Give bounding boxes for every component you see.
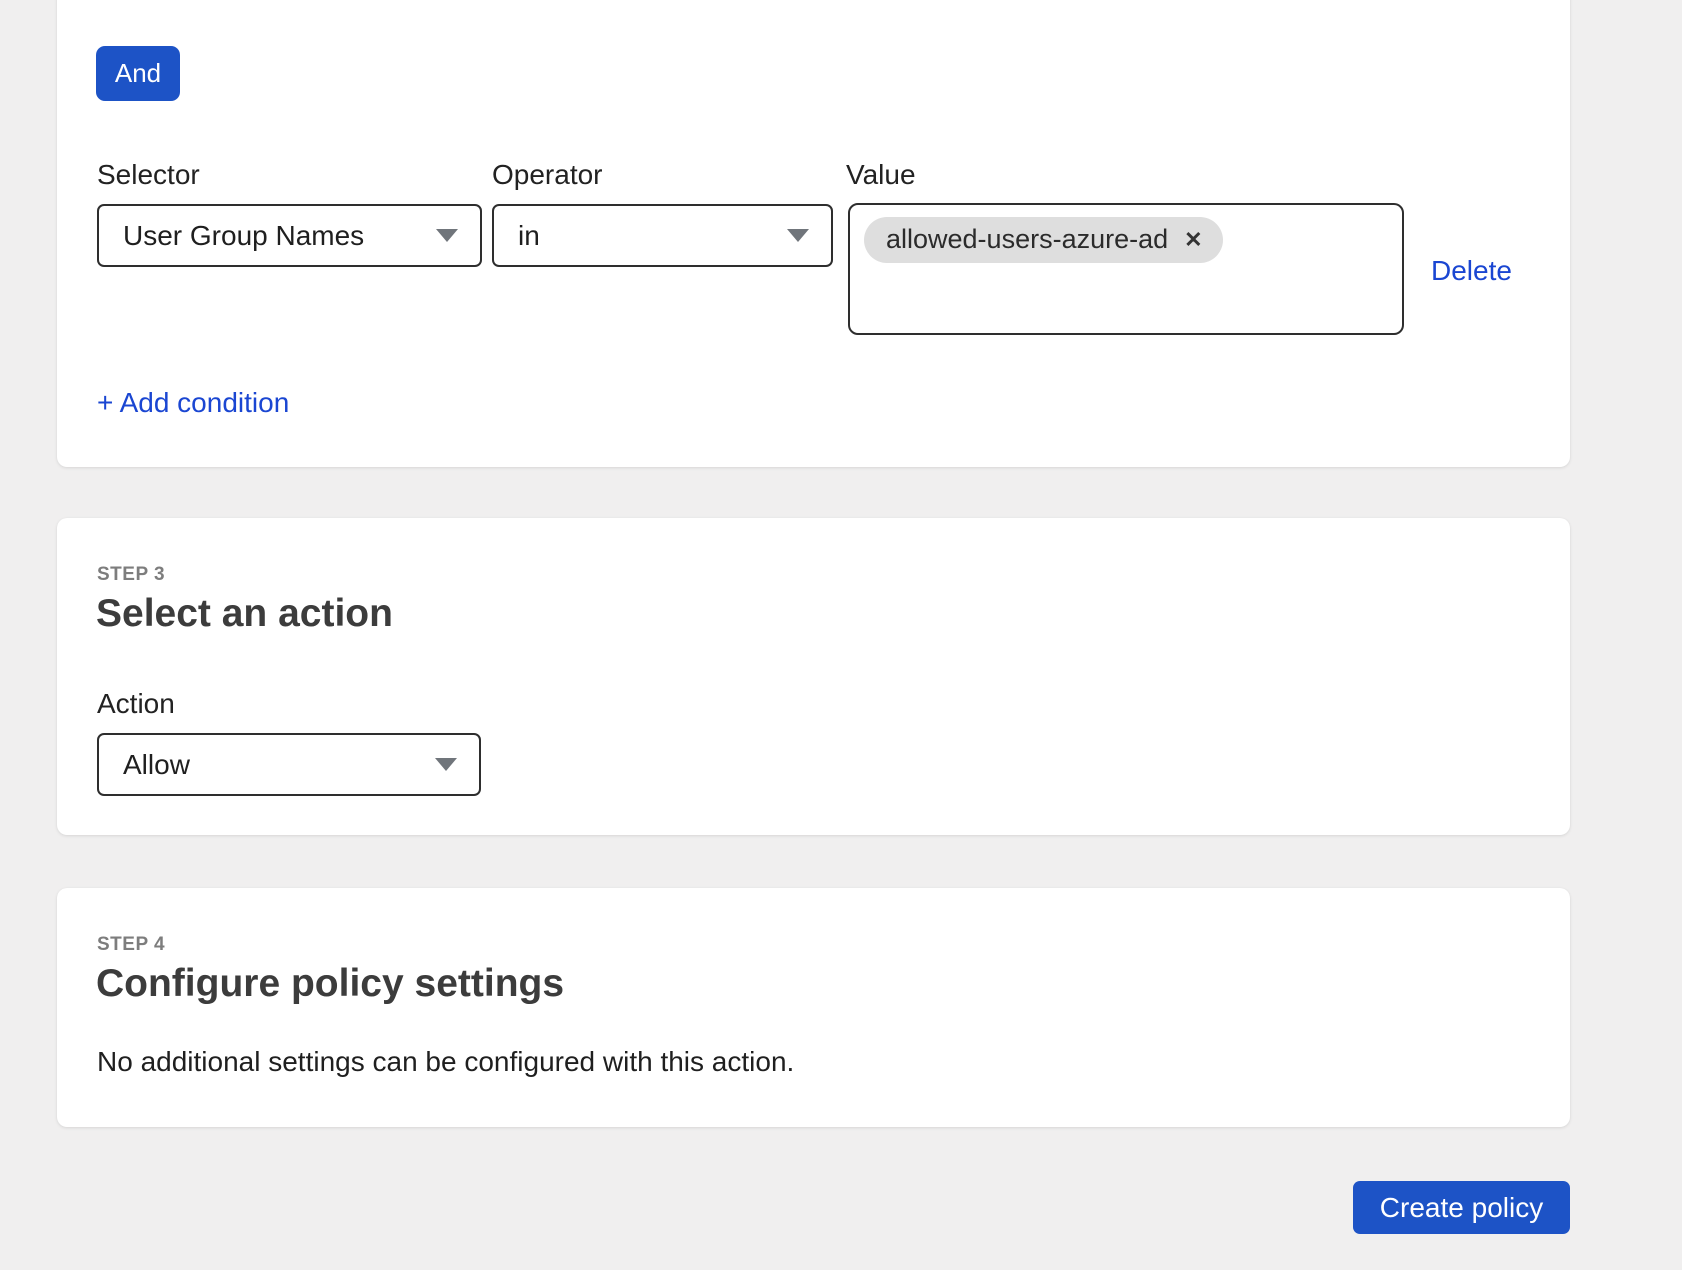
action-label: Action: [97, 688, 175, 720]
selector-dropdown-value: User Group Names: [123, 220, 364, 252]
operator-dropdown[interactable]: in: [492, 204, 833, 267]
value-label: Value: [846, 159, 916, 191]
chevron-down-icon: [435, 758, 457, 771]
condition-card: And Selector Operator Value User Group N…: [57, 0, 1570, 467]
step4-label: STEP 4: [97, 934, 165, 956]
operator-label: Operator: [492, 159, 603, 191]
value-multiselect-input[interactable]: allowed-users-azure-ad ✕: [848, 203, 1404, 335]
and-button[interactable]: And: [96, 46, 180, 101]
create-policy-button[interactable]: Create policy: [1353, 1181, 1570, 1234]
policy-builder-page: And Selector Operator Value User Group N…: [0, 0, 1682, 1270]
select-action-card: STEP 3 Select an action Action Allow: [57, 518, 1570, 835]
policy-settings-description: No additional settings can be configured…: [97, 1046, 794, 1078]
value-tag-label: allowed-users-azure-ad: [886, 224, 1168, 255]
step3-label: STEP 3: [97, 564, 165, 586]
policy-settings-title: Configure policy settings: [96, 962, 564, 1006]
selector-label: Selector: [97, 159, 200, 191]
policy-settings-card: STEP 4 Configure policy settings No addi…: [57, 888, 1570, 1127]
remove-tag-icon[interactable]: ✕: [1184, 229, 1202, 251]
action-dropdown-value: Allow: [123, 749, 190, 781]
select-action-title: Select an action: [96, 592, 393, 636]
chevron-down-icon: [436, 229, 458, 242]
add-condition-link[interactable]: + Add condition: [97, 387, 289, 419]
action-dropdown[interactable]: Allow: [97, 733, 481, 796]
operator-dropdown-value: in: [518, 220, 540, 252]
delete-condition-link[interactable]: Delete: [1431, 255, 1512, 287]
value-tag: allowed-users-azure-ad ✕: [864, 217, 1223, 263]
selector-dropdown[interactable]: User Group Names: [97, 204, 482, 267]
chevron-down-icon: [787, 229, 809, 242]
